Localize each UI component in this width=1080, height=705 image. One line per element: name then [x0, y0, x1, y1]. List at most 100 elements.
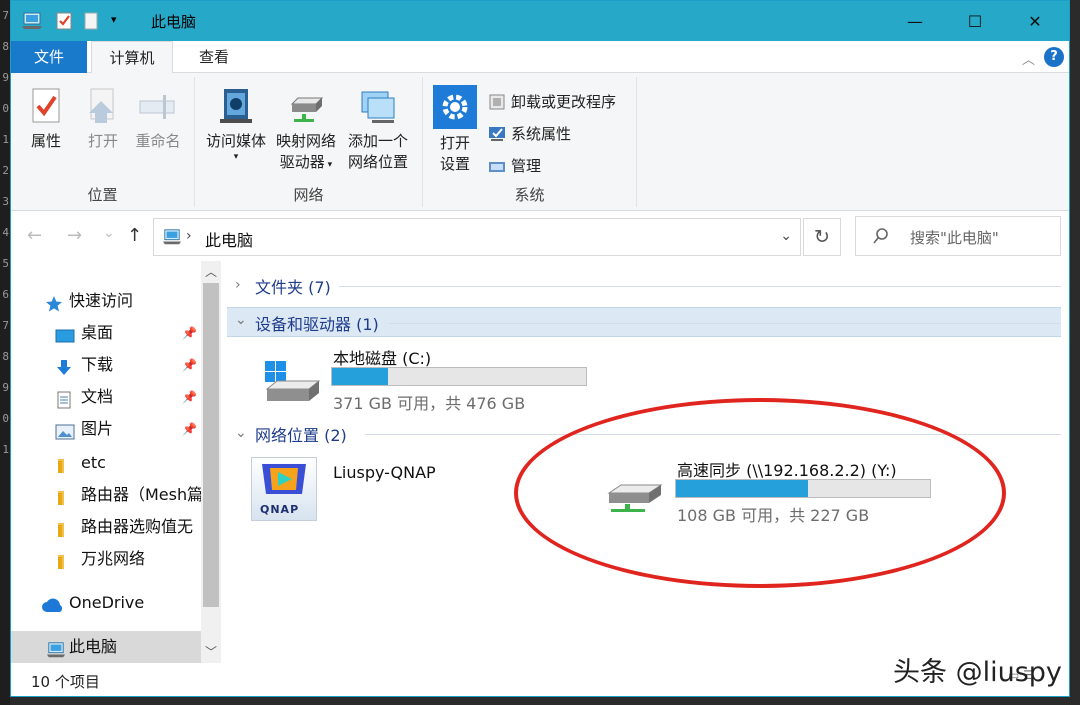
- gutter-line-number: 0: [2, 102, 9, 115]
- this-pc-icon: [45, 638, 67, 658]
- drive-c[interactable]: 本地磁盘 (C:) 371 GB 可用，共 476 GB: [263, 347, 633, 413]
- close-button[interactable]: ✕: [1007, 1, 1063, 41]
- new-folder-qat-icon[interactable]: [83, 11, 99, 35]
- minimize-button[interactable]: —: [887, 1, 943, 41]
- search-box[interactable]: 搜索"此电脑": [855, 216, 1061, 256]
- rename-button[interactable]: 重命名: [133, 85, 183, 152]
- star-icon: [45, 292, 63, 312]
- breadcrumb-separator-icon[interactable]: ›: [186, 228, 192, 244]
- window-title: 此电脑: [151, 13, 197, 31]
- chevron-down-icon[interactable]: ⌄: [780, 228, 792, 244]
- ribbon-group-label: 网络: [293, 186, 324, 204]
- gutter-line-number: 7: [2, 319, 9, 332]
- network-location-qnap[interactable]: QNAP Liuspy-QNAP: [251, 457, 491, 523]
- tab-computer[interactable]: 计算机: [91, 41, 173, 74]
- tab-view[interactable]: 查看: [179, 41, 249, 73]
- sidebar-scrollbar[interactable]: ︿ ﹀: [201, 261, 221, 663]
- access-media-button[interactable]: 访问媒体 ▾: [203, 85, 269, 162]
- sidebar-item-desktop[interactable]: 桌面 📌: [11, 317, 201, 349]
- download-icon: [55, 356, 73, 375]
- chevron-down-icon[interactable]: ⌄: [235, 312, 247, 328]
- chevron-right-icon[interactable]: ›: [235, 277, 241, 293]
- forward-button[interactable]: →: [67, 225, 82, 246]
- sidebar-item-documents[interactable]: 文档 📌: [11, 381, 201, 413]
- group-header-devices[interactable]: ⌄ 设备和驱动器 (1): [227, 307, 1061, 337]
- ribbon-tabs: 文件 计算机 查看 ︿ ?: [11, 41, 1069, 74]
- folder-icon: [55, 518, 73, 537]
- gutter-line-number: 1: [2, 443, 9, 456]
- sidebar-item-this-pc[interactable]: 此电脑: [11, 631, 201, 663]
- breadcrumb-this-pc[interactable]: 此电脑: [205, 227, 253, 251]
- document-icon: [55, 388, 73, 409]
- gutter-line-number: 6: [2, 288, 9, 301]
- editor-line-gutter: 7 8 9 0 1 2 3 4 5 6 7 8 9 0 1: [0, 0, 10, 705]
- group-divider: [389, 323, 1061, 324]
- sidebar-item-downloads[interactable]: 下载 📌: [11, 349, 201, 381]
- tab-file[interactable]: 文件: [11, 41, 87, 73]
- refresh-button[interactable]: ↻: [803, 218, 841, 256]
- gutter-line-number: 5: [2, 257, 9, 270]
- qat-customize-icon[interactable]: ▾: [111, 13, 117, 26]
- scrollbar-thumb[interactable]: [203, 283, 219, 607]
- gutter-line-number: 8: [2, 40, 9, 53]
- gutter-line-number: 9: [2, 381, 9, 394]
- pin-icon[interactable]: 📌: [182, 349, 197, 381]
- open-settings-button[interactable]: 打开 设置: [431, 85, 479, 175]
- gutter-line-number: 0: [2, 412, 9, 425]
- windows-drive-icon: [263, 359, 323, 413]
- chevron-down-icon[interactable]: ⌄: [235, 425, 247, 441]
- sidebar-item-folder[interactable]: 路由器选购值无: [11, 511, 201, 543]
- gutter-line-number: 7: [2, 9, 9, 22]
- navigation-bar: ← → ⌄ ↑ › 此电脑 ⌄ ↻ 搜索"此电脑": [11, 211, 1069, 261]
- sidebar-item-etc[interactable]: etc: [11, 447, 201, 479]
- help-button[interactable]: ?: [1044, 47, 1064, 67]
- gutter-line-number: 8: [2, 350, 9, 363]
- manage-icon: [487, 156, 507, 176]
- open-button[interactable]: 打开: [83, 85, 123, 152]
- title-bar: ▾ 此电脑 — ☐ ✕: [11, 1, 1069, 41]
- item-count: 10 个项目: [31, 673, 100, 691]
- address-bar[interactable]: › 此电脑 ⌄: [153, 218, 801, 256]
- open-icon: [83, 85, 123, 127]
- add-network-location-button[interactable]: 添加一个 网络位置: [345, 85, 411, 173]
- gear-icon: [433, 85, 477, 129]
- scroll-up-icon[interactable]: ︿: [201, 261, 221, 283]
- uninstall-programs-button[interactable]: 卸载或更改程序: [487, 89, 616, 115]
- this-pc-icon: [162, 228, 182, 250]
- pin-icon[interactable]: 📌: [182, 317, 197, 349]
- system-properties-icon: [487, 124, 507, 144]
- group-header-folders[interactable]: › 文件夹 (7): [227, 271, 1061, 301]
- pin-icon[interactable]: 📌: [182, 381, 197, 413]
- map-network-drive-button[interactable]: 映射网络 驱动器 ▾: [273, 85, 339, 176]
- back-button[interactable]: ←: [27, 225, 42, 246]
- search-icon: [872, 227, 890, 249]
- properties-qat-icon[interactable]: [55, 11, 73, 35]
- manage-button[interactable]: 管理: [487, 153, 541, 179]
- chevron-up-icon[interactable]: ︿: [1022, 49, 1035, 68]
- recent-locations-button[interactable]: ⌄: [103, 225, 115, 241]
- sidebar-item-folder[interactable]: 万兆网络: [11, 543, 201, 575]
- ribbon: 属性 打开 重命名 位置 访问媒体 ▾ 映射网络 驱动器 ▾ 添加一个 网络位置…: [11, 73, 1069, 211]
- sidebar-item-quick-access[interactable]: 快速访问: [11, 285, 201, 317]
- gutter-line-number: 4: [2, 226, 9, 239]
- ribbon-group-network: 访问媒体 ▾ 映射网络 驱动器 ▾ 添加一个 网络位置 网络: [195, 77, 423, 207]
- pictures-icon: [55, 420, 75, 440]
- media-icon: [216, 85, 256, 127]
- desktop-icon: [55, 324, 75, 343]
- properties-icon: [26, 85, 66, 127]
- ribbon-group-location: 属性 打开 重命名 位置: [11, 77, 195, 207]
- ribbon-group-label: 位置: [87, 186, 118, 204]
- network-location-icon: [358, 85, 398, 127]
- file-explorer-window: ▾ 此电脑 — ☐ ✕ 文件 计算机 查看 ︿ ? 属性 打开 重命名 位置 访…: [10, 0, 1070, 697]
- properties-button[interactable]: 属性: [25, 85, 67, 152]
- group-divider: [339, 286, 1061, 287]
- system-properties-button[interactable]: 系统属性: [487, 121, 571, 147]
- pin-icon[interactable]: 📌: [182, 413, 197, 445]
- maximize-button[interactable]: ☐: [947, 1, 1003, 41]
- sidebar-item-folder[interactable]: 路由器（Mesh篇: [11, 479, 201, 511]
- gutter-line-number: 2: [2, 164, 9, 177]
- up-button[interactable]: ↑: [127, 225, 142, 246]
- scroll-down-icon[interactable]: ﹀: [201, 641, 221, 663]
- sidebar-item-onedrive[interactable]: OneDrive: [11, 587, 201, 619]
- sidebar-item-pictures[interactable]: 图片 📌: [11, 413, 201, 445]
